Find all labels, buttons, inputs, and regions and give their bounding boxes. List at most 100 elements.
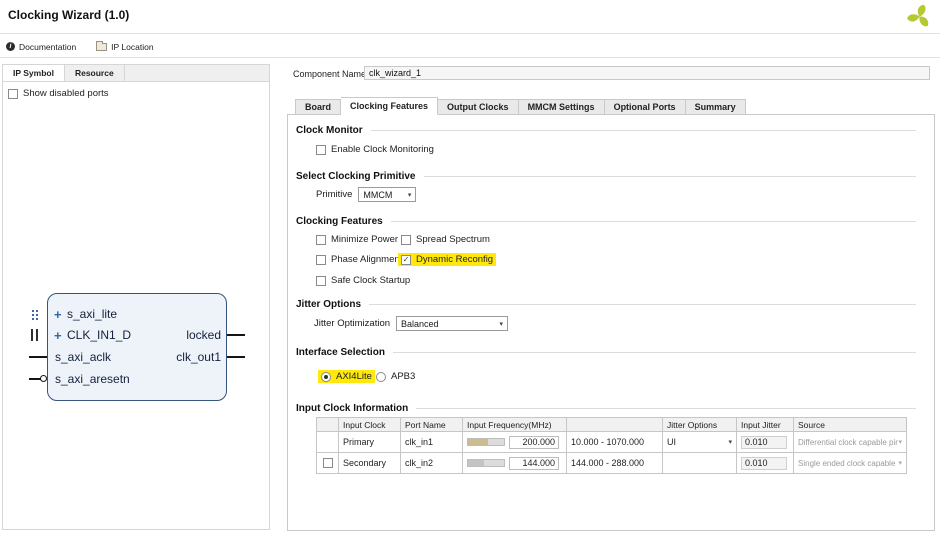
spread-spectrum-checkbox[interactable]: Spread Spectrum: [401, 234, 490, 245]
secondary-port-cell: clk_in2: [400, 452, 463, 474]
page-title: Clocking Wizard (1.0): [8, 8, 130, 22]
input-jitter-input[interactable]: 0.010: [741, 456, 787, 470]
source-select[interactable]: Differential clock capable pin ▾: [798, 438, 902, 447]
table-row-primary: Primary clk_in1 200.000 10.000 - 1070.00…: [316, 431, 907, 453]
input-clock-table: Input Clock Port Name Input Frequency(MH…: [316, 417, 907, 474]
enable-clock-monitoring-checkbox[interactable]: Enable Clock Monitoring: [316, 144, 434, 155]
secondary-range-cell: 144.000 - 288.000: [566, 452, 663, 474]
primitive-value: MMCM: [363, 189, 393, 200]
source-select[interactable]: Single ended clock capable pin ▾: [798, 459, 902, 468]
source-value: Differential clock capable pin: [798, 437, 899, 447]
port-clk-in1-d: CLK_IN1_D: [67, 328, 132, 342]
axi4lite-radio[interactable]: AXI4Lite: [318, 370, 375, 383]
enable-clock-monitoring-label: Enable Clock Monitoring: [331, 144, 434, 155]
primary-port-cell: clk_in1: [400, 431, 463, 453]
minimize-power-label: Minimize Power: [331, 234, 399, 245]
jitter-optimization-select[interactable]: Balanced ▾: [396, 316, 509, 331]
port-locked: locked: [186, 328, 221, 342]
tab-mmcm-settings[interactable]: MMCM Settings: [518, 99, 605, 115]
tab-output-clocks[interactable]: Output Clocks: [438, 99, 519, 115]
table-header-row: Input Clock Port Name Input Frequency(MH…: [316, 417, 907, 432]
port-stub: [227, 334, 245, 336]
input-clock-section-title: Input Clock Information: [296, 403, 916, 414]
frequency-slider[interactable]: [467, 438, 505, 446]
checkbox-box: [316, 234, 326, 245]
primitive-select[interactable]: MMCM ▾: [358, 187, 417, 202]
checkbox-checked-box: ✓: [401, 254, 411, 265]
documentation-link[interactable]: i Documentation: [6, 42, 76, 52]
jitter-optimization-value: Balanced: [401, 318, 439, 329]
section-title-text: Select Clocking Primitive: [296, 171, 416, 182]
section-rule: [392, 352, 916, 353]
frequency-slider[interactable]: [467, 459, 505, 467]
phase-alignment-checkbox[interactable]: Phase Alignment: [316, 254, 402, 265]
minimize-power-checkbox[interactable]: Minimize Power: [316, 234, 398, 245]
safe-clock-startup-checkbox[interactable]: Safe Clock Startup: [316, 275, 410, 286]
tab-summary[interactable]: Summary: [685, 99, 746, 115]
primitive-row: Primitive MMCM ▾: [316, 187, 417, 202]
source-value: Single ended clock capable pin: [798, 458, 899, 468]
folder-icon: [96, 40, 108, 51]
tab-clocking-features[interactable]: Clocking Features: [341, 97, 439, 115]
port-stub: [29, 356, 47, 358]
section-rule: [369, 304, 916, 305]
secondary-frequency-cell: 144.000: [462, 452, 567, 474]
jitter-options-value: UI: [667, 437, 676, 447]
jitter-options-select[interactable]: UI ▾: [667, 437, 732, 447]
section-title-text: Jitter Options: [296, 299, 362, 310]
frequency-input[interactable]: 144.000: [509, 456, 559, 470]
axi4lite-label: AXI4Lite: [336, 371, 372, 382]
section-title-text: Clock Monitor: [296, 125, 363, 136]
input-jitter-input[interactable]: 0.010: [741, 435, 787, 449]
header-select: [316, 417, 339, 432]
header-source: Source: [793, 417, 907, 432]
primitive-label: Primitive: [316, 189, 353, 200]
tab-board[interactable]: Board: [295, 99, 342, 115]
checkbox-box: [401, 234, 411, 245]
expand-plus-icon[interactable]: +: [54, 329, 62, 342]
secondary-enable-checkbox[interactable]: [322, 458, 333, 469]
apb3-radio[interactable]: APB3: [376, 371, 415, 382]
left-panel-tabs: IP Symbol Resource: [3, 65, 269, 82]
section-title-text: Interface Selection: [296, 347, 385, 358]
dynamic-reconfig-label: Dynamic Reconfig: [416, 254, 494, 265]
table-row-secondary: Secondary clk_in2 144.000 144.000 - 288.…: [316, 452, 907, 474]
primitive-section-title: Select Clocking Primitive: [296, 171, 916, 182]
section-title-text: Clocking Features: [296, 216, 383, 227]
xilinx-logo-icon: [907, 4, 929, 27]
interface-stub-icon: [31, 309, 39, 320]
show-disabled-ports-label: Show disabled ports: [23, 88, 109, 99]
clock-monitor-section-title: Clock Monitor: [296, 125, 916, 136]
phase-alignment-label: Phase Alignment: [331, 254, 403, 265]
primary-source-cell: Differential clock capable pin ▾: [793, 431, 907, 453]
show-disabled-ports-checkbox[interactable]: Show disabled ports: [8, 88, 109, 99]
expand-plus-icon[interactable]: +: [54, 308, 62, 321]
jitter-row: Jitter Optimization Balanced ▾: [314, 316, 509, 331]
section-rule: [390, 221, 916, 222]
jitter-optimization-label: Jitter Optimization: [314, 318, 391, 329]
ip-location-label: IP Location: [111, 41, 154, 52]
primary-select-cell: [316, 431, 339, 453]
chevron-down-icon: ▾: [499, 320, 504, 328]
tab-resource[interactable]: Resource: [65, 65, 125, 81]
checkbox-box: [8, 88, 18, 99]
header-port-name: Port Name: [400, 417, 463, 432]
header-divider: [0, 33, 940, 34]
header-input-frequency: Input Frequency(MHz): [462, 417, 567, 432]
header-jitter-options: Jitter Options: [662, 417, 737, 432]
interface-stub-icon: [31, 329, 38, 341]
tab-optional-ports[interactable]: Optional Ports: [604, 99, 686, 115]
config-tabs: Board Clocking Features Output Clocks MM…: [295, 97, 746, 115]
interface-selection-section-title: Interface Selection: [296, 347, 916, 358]
ip-location-link[interactable]: IP Location: [96, 40, 154, 52]
dynamic-reconfig-checkbox[interactable]: ✓ Dynamic Reconfig: [398, 253, 497, 266]
component-name-input[interactable]: clk_wizard_1: [364, 66, 930, 80]
tab-ip-symbol[interactable]: IP Symbol: [3, 65, 65, 81]
safe-clock-startup-label: Safe Clock Startup: [331, 275, 411, 286]
frequency-input[interactable]: 200.000: [509, 435, 559, 449]
secondary-clock-cell: Secondary: [338, 452, 401, 474]
primary-frequency-cell: 200.000: [462, 431, 567, 453]
checkbox-box: [316, 275, 326, 286]
primary-input-jitter-cell: 0.010: [736, 431, 794, 453]
info-icon: i: [6, 42, 15, 51]
